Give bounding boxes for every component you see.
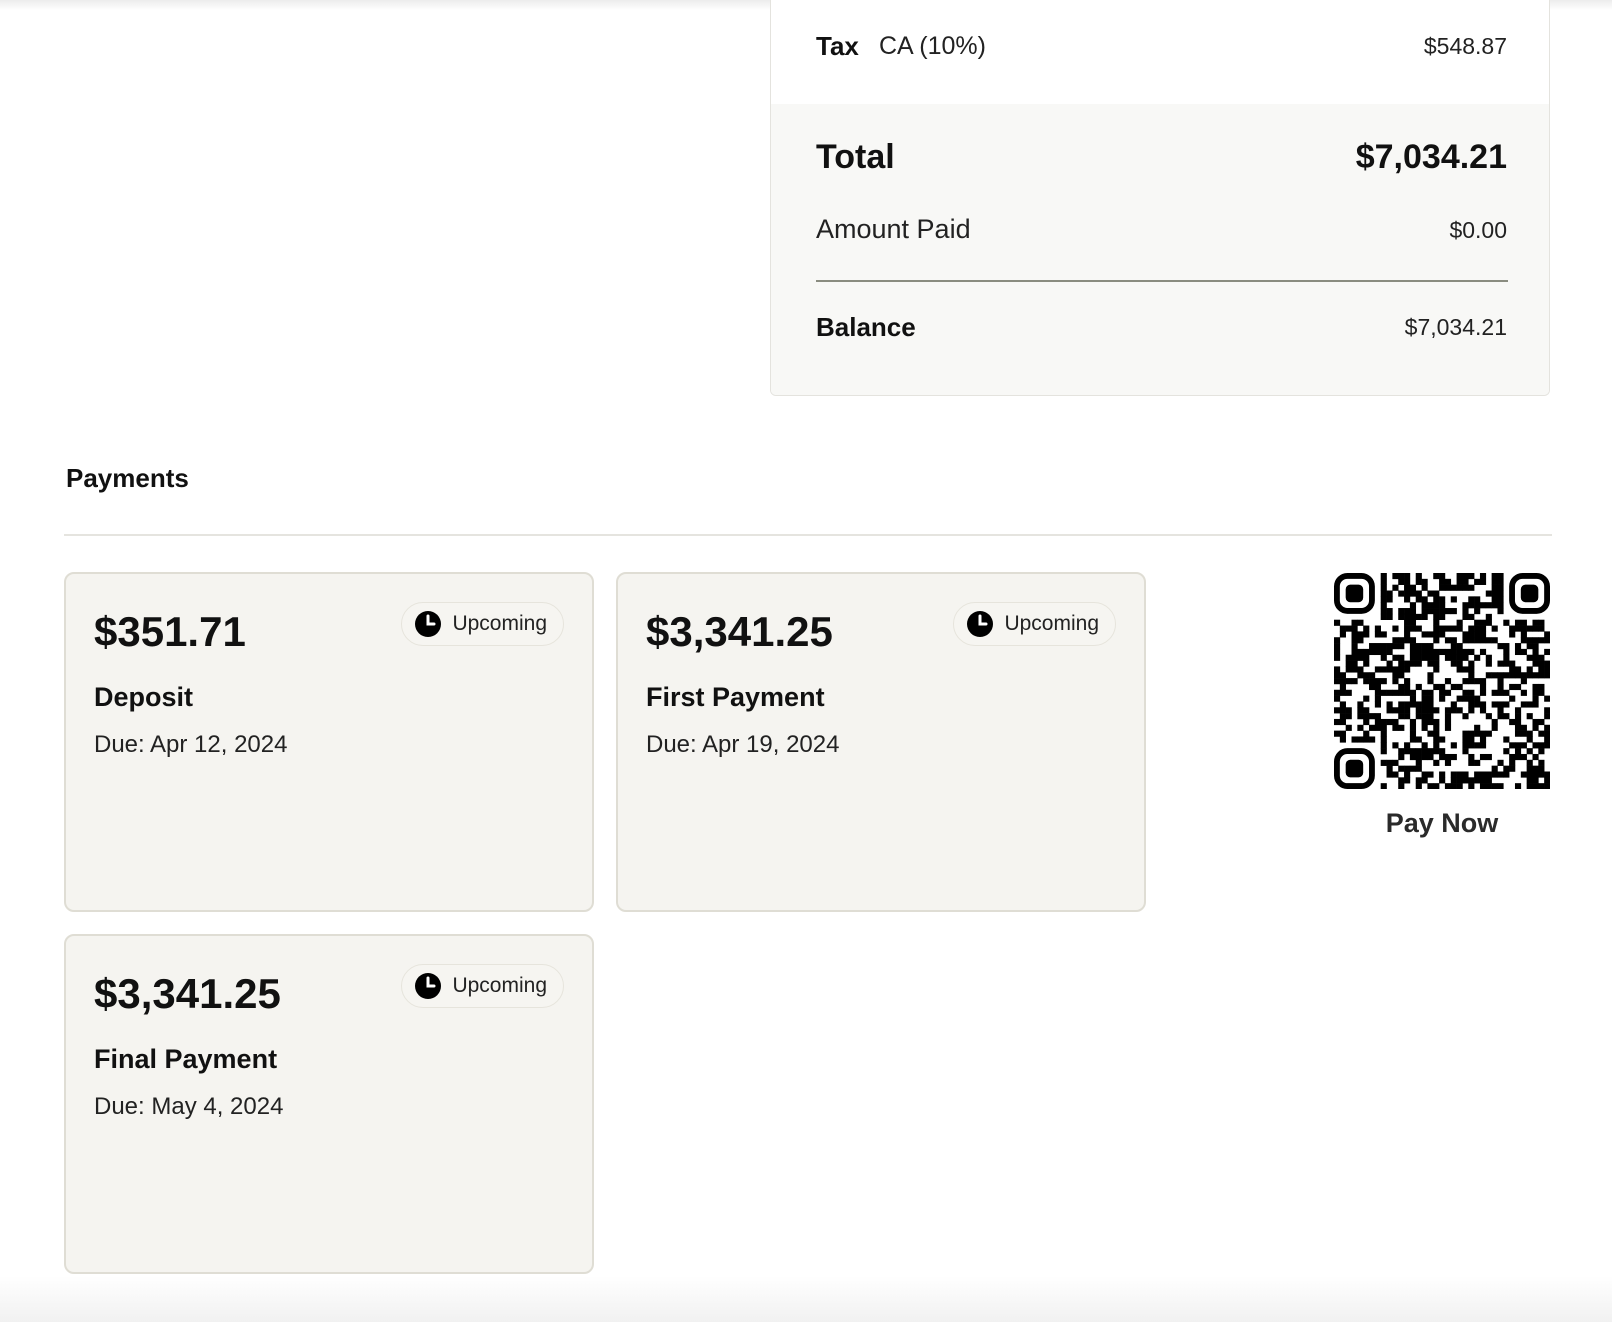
clock-icon — [415, 973, 442, 999]
payments-divider — [64, 534, 1552, 536]
qr-finder-center — [1345, 759, 1364, 778]
qr-finder-center — [1345, 584, 1364, 603]
payment-name: First Payment — [646, 682, 825, 712]
status-text: Upcoming — [452, 974, 547, 997]
status-badge: Upcoming — [401, 602, 564, 646]
total-label: Total — [816, 138, 895, 176]
tax-row: Tax CA (10%) $548.87 — [771, 0, 1549, 104]
payment-card-deposit[interactable]: $351.71 Upcoming Deposit Due: Apr 12, 20… — [64, 572, 594, 912]
qr-finder-center — [1520, 584, 1539, 603]
summary-section: Total $7,034.21 Amount Paid $0.00 Balanc… — [771, 104, 1549, 395]
qr-code-graphic — [1333, 572, 1551, 790]
payment-name: Deposit — [94, 682, 194, 712]
status-text: Upcoming — [1004, 612, 1099, 635]
payment-amount: $3,341.25 — [646, 608, 833, 655]
payment-amount: $351.71 — [94, 608, 246, 655]
totals-panel: Tax CA (10%) $548.87 Total $7,034.21 Amo… — [770, 0, 1550, 396]
payment-due-date: Due: May 4, 2024 — [94, 1093, 284, 1120]
status-badge: Upcoming — [953, 602, 1116, 646]
tax-label: Tax — [816, 31, 859, 61]
tax-amount: $548.87 — [1423, 33, 1507, 59]
payment-card-first[interactable]: $3,341.25 Upcoming First Payment Due: Ap… — [616, 572, 1146, 912]
qr-code-icon[interactable] — [1333, 572, 1551, 790]
pay-now-label[interactable]: Pay Now — [1334, 808, 1550, 839]
payment-amount: $3,341.25 — [94, 970, 281, 1017]
payments-title: Payments — [66, 463, 189, 493]
amount-paid-label: Amount Paid — [816, 214, 971, 244]
balance-amount: $7,034.21 — [1404, 314, 1507, 340]
payment-due-date: Due: Apr 19, 2024 — [646, 731, 840, 758]
total-amount: $7,034.21 — [1355, 138, 1507, 176]
payment-due-date: Due: Apr 12, 2024 — [94, 731, 288, 758]
amount-paid-value: $0.00 — [1449, 217, 1507, 243]
bottom-shade — [0, 1276, 1612, 1322]
status-text: Upcoming — [452, 612, 547, 635]
clock-icon — [967, 611, 994, 637]
tax-region: CA (10%) — [879, 32, 986, 60]
payment-name: Final Payment — [94, 1044, 278, 1074]
status-badge: Upcoming — [401, 964, 564, 1008]
balance-label: Balance — [816, 312, 916, 342]
clock-icon — [415, 611, 442, 637]
summary-divider — [816, 280, 1508, 282]
payment-card-final[interactable]: $3,341.25 Upcoming Final Payment Due: Ma… — [64, 934, 594, 1274]
